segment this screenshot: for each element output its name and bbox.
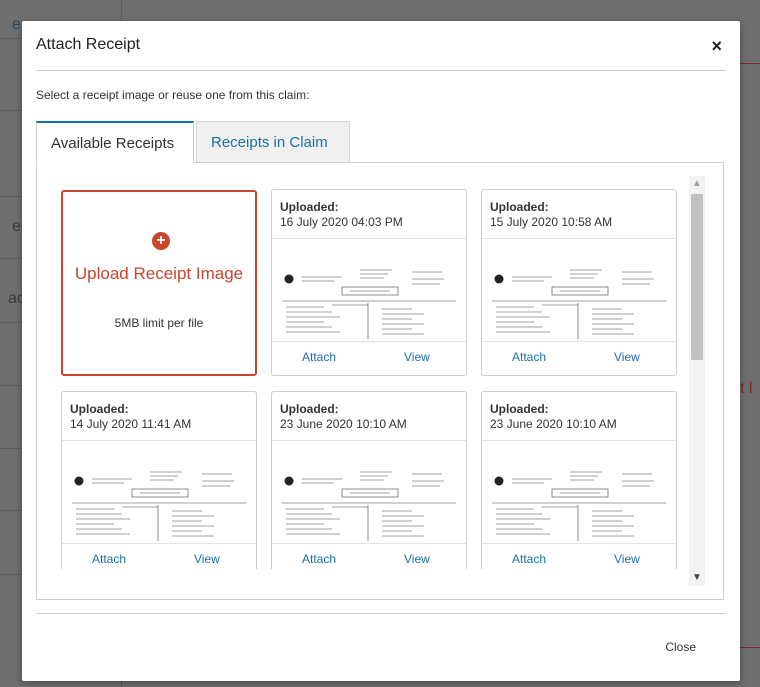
receipt-scan-image — [282, 471, 456, 541]
receipt-thumbnail[interactable] — [62, 440, 256, 544]
receipt-card: Uploaded: 14 July 2020 11:41 AM Attach V… — [61, 391, 257, 569]
receipt-upload-info: Uploaded: 23 June 2020 10:10 AM — [490, 402, 617, 432]
close-icon[interactable]: × — [711, 37, 722, 55]
dialog-title: Attach Receipt — [36, 36, 141, 53]
view-link[interactable]: View — [404, 350, 430, 364]
receipt-scan-image — [72, 471, 246, 541]
upload-receipt-label: Upload Receipt Image — [74, 264, 244, 283]
plus-circle-icon: + — [152, 232, 170, 250]
upload-size-limit: 5MB limit per file — [114, 316, 204, 330]
attach-link[interactable]: Attach — [512, 552, 546, 566]
receipt-card: Uploaded: 16 July 2020 04:03 PM Attach V… — [271, 189, 467, 376]
background-text-fragment: e — [12, 16, 21, 33]
receipt-card: Uploaded: 23 June 2020 10:10 AM Attach V… — [481, 391, 677, 569]
view-link[interactable]: View — [614, 552, 640, 566]
uploaded-label: Uploaded: — [280, 200, 339, 214]
scroll-down-icon[interactable]: ▼ — [689, 570, 705, 586]
uploaded-date: 16 July 2020 04:03 PM — [280, 215, 403, 229]
view-link[interactable]: View — [404, 552, 430, 566]
uploaded-label: Uploaded: — [490, 200, 549, 214]
receipt-actions: Attach View — [62, 544, 256, 569]
uploaded-label: Uploaded: — [280, 402, 339, 416]
uploaded-date: 23 June 2020 10:10 AM — [280, 417, 407, 431]
receipt-card: Uploaded: 23 June 2020 10:10 AM Attach V… — [271, 391, 467, 569]
receipt-thumbnail[interactable] — [272, 238, 466, 342]
receipt-scan-image — [282, 269, 456, 339]
tab-available-receipts[interactable]: Available Receipts — [36, 121, 194, 163]
receipt-upload-info: Uploaded: 15 July 2020 10:58 AM — [490, 200, 612, 230]
scroll-up-icon[interactable]: ▲ — [689, 176, 705, 192]
receipt-upload-info: Uploaded: 14 July 2020 11:41 AM — [70, 402, 191, 432]
receipt-card: Uploaded: 15 July 2020 10:58 AM Attach V… — [481, 189, 677, 376]
receipt-thumbnail[interactable] — [482, 238, 676, 342]
receipt-scan-image — [492, 269, 666, 339]
tab-panel: + Upload Receipt Image 5MB limit per fil… — [36, 162, 724, 600]
uploaded-date: 23 June 2020 10:10 AM — [490, 417, 617, 431]
receipt-thumbnail[interactable] — [272, 440, 466, 544]
receipt-actions: Attach View — [272, 544, 466, 569]
dialog-instructions: Select a receipt image or reuse one from… — [36, 88, 310, 102]
attach-link[interactable]: Attach — [512, 350, 546, 364]
receipt-actions: Attach View — [272, 342, 466, 375]
uploaded-label: Uploaded: — [70, 402, 129, 416]
view-link[interactable]: View — [614, 350, 640, 364]
background-text-fragment: t l — [740, 380, 753, 397]
receipt-upload-info: Uploaded: 16 July 2020 04:03 PM — [280, 200, 403, 230]
uploaded-label: Uploaded: — [490, 402, 549, 416]
receipt-scan-image — [492, 471, 666, 541]
close-button[interactable]: Close — [665, 640, 696, 654]
attach-receipt-dialog: Attach Receipt × Select a receipt image … — [22, 21, 740, 681]
uploaded-date: 14 July 2020 11:41 AM — [70, 417, 192, 431]
grid-scrollbar[interactable]: ▲ ▼ — [689, 176, 705, 586]
receipt-actions: Attach View — [482, 342, 676, 375]
scrollbar-thumb[interactable] — [691, 194, 703, 360]
background-text-fragment: e — [12, 218, 21, 235]
receipt-actions: Attach View — [482, 544, 676, 569]
view-link[interactable]: View — [194, 552, 220, 566]
dialog-header: Attach Receipt × — [36, 21, 726, 71]
upload-receipt-button[interactable]: + Upload Receipt Image 5MB limit per fil… — [61, 190, 257, 376]
receipt-upload-info: Uploaded: 23 June 2020 10:10 AM — [280, 402, 407, 432]
attach-link[interactable]: Attach — [302, 350, 336, 364]
uploaded-date: 15 July 2020 10:58 AM — [490, 215, 613, 229]
background-accent-line — [740, 647, 760, 648]
tab-receipts-in-claim[interactable]: Receipts in Claim — [196, 121, 350, 163]
receipt-grid: + Upload Receipt Image 5MB limit per fil… — [61, 187, 681, 569]
footer-divider — [36, 613, 726, 614]
background-accent-line — [740, 63, 760, 64]
attach-link[interactable]: Attach — [92, 552, 126, 566]
attach-link[interactable]: Attach — [302, 552, 336, 566]
receipt-thumbnail[interactable] — [482, 440, 676, 544]
